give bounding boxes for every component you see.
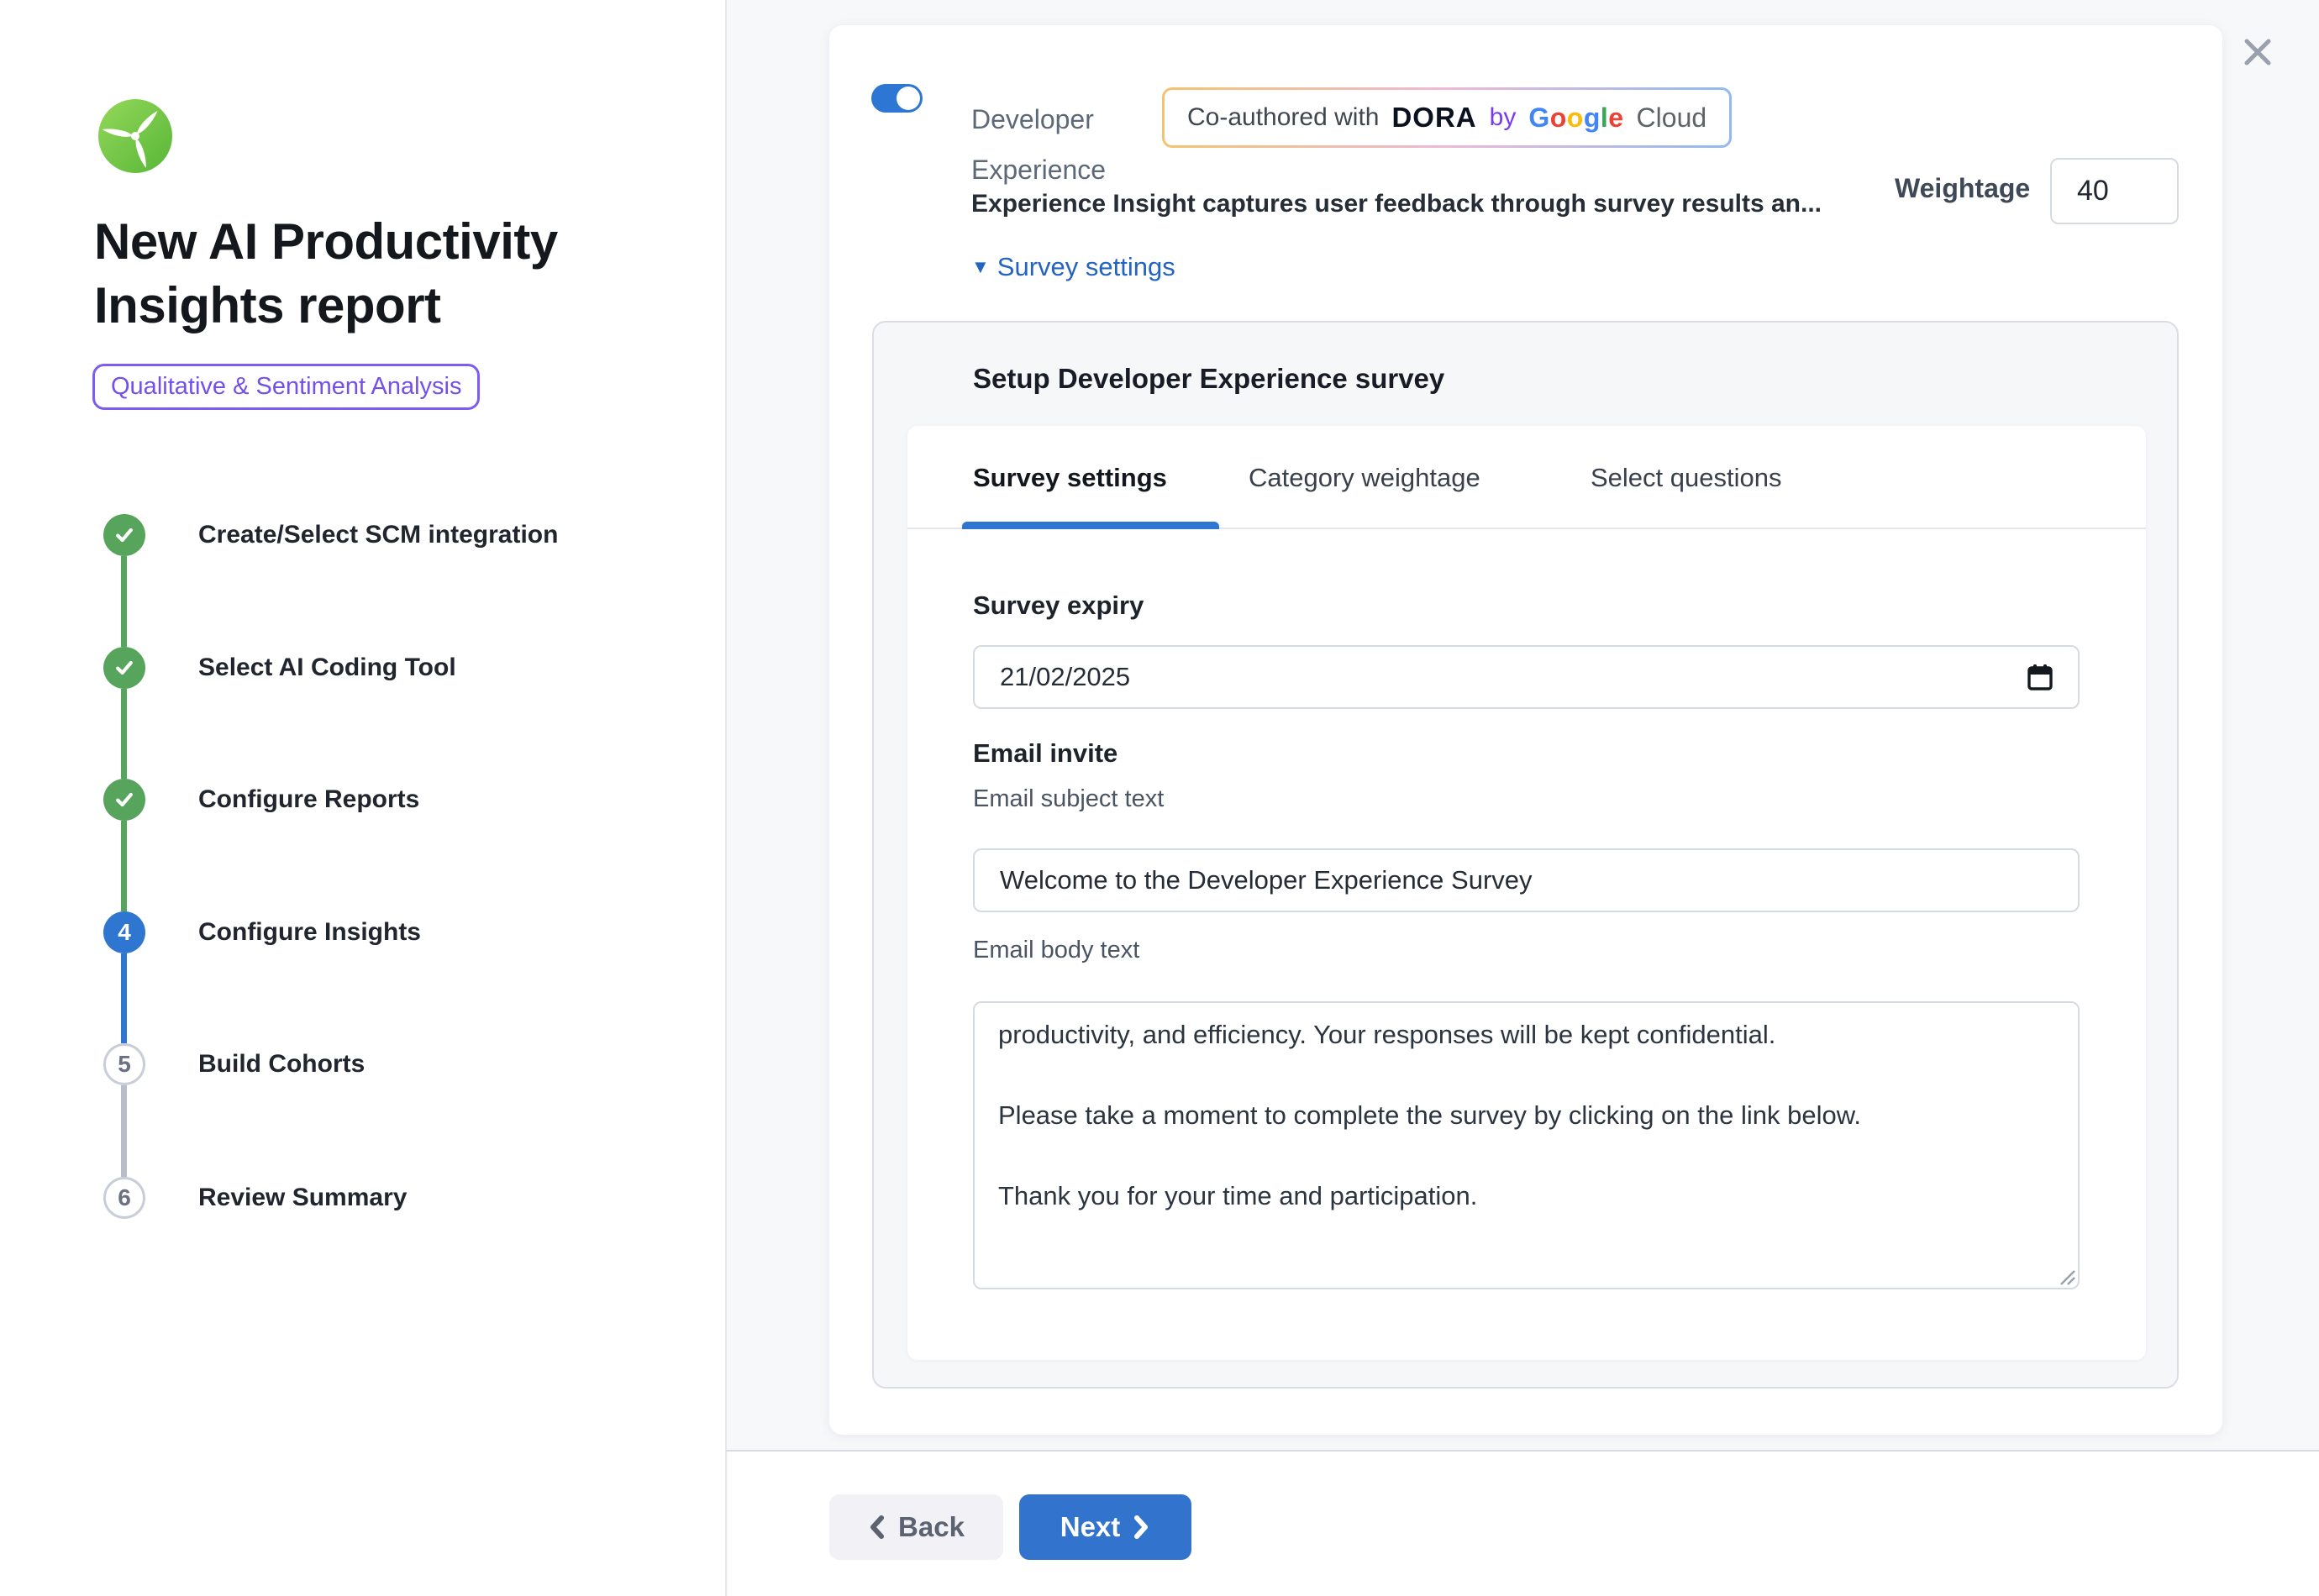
step-indicator-todo[interactable]: 5: [103, 1043, 145, 1085]
step-indicator-done[interactable]: [103, 647, 145, 689]
step-label[interactable]: Create/Select SCM integration: [198, 519, 558, 551]
step-indicator-done[interactable]: [103, 779, 145, 821]
page: { "sidebar": { "title": "New AI Producti…: [0, 0, 2319, 1596]
tabs-row: Survey settings Category weightage Selec…: [907, 426, 2146, 529]
dora-logo: DORA: [1391, 102, 1476, 134]
step-label[interactable]: Build Cohorts: [198, 1048, 365, 1080]
check-icon: [112, 522, 137, 548]
coauthor-badge: Co-authored with DORA by Google Cloud: [1162, 87, 1732, 148]
close-icon: [2243, 37, 2273, 67]
next-button[interactable]: Next: [1019, 1494, 1191, 1560]
survey-card-title: Setup Developer Experience survey: [973, 363, 1444, 395]
email-body-textarea[interactable]: productivity, and efficiency. Your respo…: [973, 1001, 2080, 1289]
tab-category-weightage[interactable]: Category weightage: [1249, 463, 1480, 493]
analysis-type-badge: Qualitative & Sentiment Analysis: [92, 364, 480, 410]
coauthor-prefix: Co-authored with: [1187, 103, 1379, 132]
check-icon: [112, 655, 137, 680]
step-number: 4: [118, 919, 131, 946]
caret-down-icon: ▼: [971, 256, 990, 278]
insight-name-line2: Experience: [971, 144, 1106, 195]
step-connector: [121, 953, 127, 1043]
insight-description: Experience Insight captures user feedbac…: [971, 190, 1822, 218]
survey-expiry-label: Survey expiry: [973, 591, 1144, 621]
google-cloud-label: Cloud: [1637, 102, 1707, 134]
email-body-label: Email body text: [973, 937, 1139, 964]
active-tab-underline: [962, 522, 1219, 529]
weightage-input[interactable]: 40: [2050, 158, 2179, 224]
step-indicator-todo[interactable]: 6: [103, 1177, 145, 1219]
survey-settings-link-label: Survey settings: [997, 252, 1175, 282]
insight-enabled-toggle[interactable]: [871, 84, 923, 113]
wizard-sidebar: New AI Productivity Insights report Qual…: [0, 0, 727, 1596]
check-icon: [112, 787, 137, 812]
insight-name-line1: Developer: [971, 94, 1106, 144]
step-label[interactable]: Select AI Coding Tool: [198, 652, 456, 684]
step-number: 6: [118, 1184, 131, 1211]
step-connector: [121, 821, 127, 911]
google-letter: o: [1567, 102, 1584, 133]
calendar-icon[interactable]: [2027, 664, 2053, 690]
back-button-label: Back: [898, 1511, 965, 1543]
resize-handle-icon[interactable]: [2054, 1264, 2076, 1286]
next-button-label: Next: [1060, 1511, 1121, 1543]
survey-expiry-value: 21/02/2025: [1000, 662, 1130, 692]
tab-select-questions[interactable]: Select questions: [1591, 463, 1781, 493]
email-subject-input[interactable]: Welcome to the Developer Experience Surv…: [973, 848, 2080, 912]
step-indicator-done[interactable]: [103, 514, 145, 556]
step-connector: [121, 556, 127, 647]
insight-name: Developer Experience: [971, 94, 1106, 195]
chevron-left-icon: [868, 1515, 886, 1540]
close-button[interactable]: [2231, 25, 2285, 79]
page-title: New AI Productivity Insights report: [94, 210, 623, 338]
google-letter: e: [1608, 102, 1623, 133]
back-button[interactable]: Back: [829, 1494, 1003, 1560]
survey-expiry-input[interactable]: 21/02/2025: [973, 645, 2080, 709]
email-invite-label: Email invite: [973, 738, 1117, 769]
step-number: 5: [118, 1051, 131, 1078]
survey-setup-card: Setup Developer Experience survey Survey…: [872, 321, 2179, 1389]
coauthor-by: by: [1490, 103, 1517, 132]
google-letter: g: [1584, 102, 1601, 133]
step-connector: [121, 689, 127, 779]
google-letter: G: [1528, 102, 1549, 133]
step-label[interactable]: Configure Insights: [198, 916, 421, 948]
toggle-knob: [897, 87, 920, 110]
email-subject-label: Email subject text: [973, 785, 1164, 813]
email-subject-value: Welcome to the Developer Experience Surv…: [1000, 865, 1533, 895]
configure-insights-panel: Developer Experience Co-authored with DO…: [829, 25, 2222, 1435]
step-label[interactable]: Configure Reports: [198, 784, 419, 816]
survey-settings-inner-card: Survey settings Category weightage Selec…: [907, 426, 2146, 1360]
chevron-right-icon: [1132, 1515, 1150, 1540]
survey-settings-collapse[interactable]: ▼ Survey settings: [971, 252, 1175, 282]
app-logo-icon: [97, 98, 173, 174]
step-indicator-active[interactable]: 4: [103, 911, 145, 953]
step-connector: [121, 1085, 127, 1177]
google-letter: o: [1550, 102, 1567, 133]
google-letter: l: [1601, 102, 1608, 133]
weightage-label: Weightage: [1895, 173, 2030, 204]
google-logo: Google: [1528, 102, 1623, 134]
tab-survey-settings[interactable]: Survey settings: [973, 463, 1167, 493]
step-label[interactable]: Review Summary: [198, 1182, 407, 1214]
